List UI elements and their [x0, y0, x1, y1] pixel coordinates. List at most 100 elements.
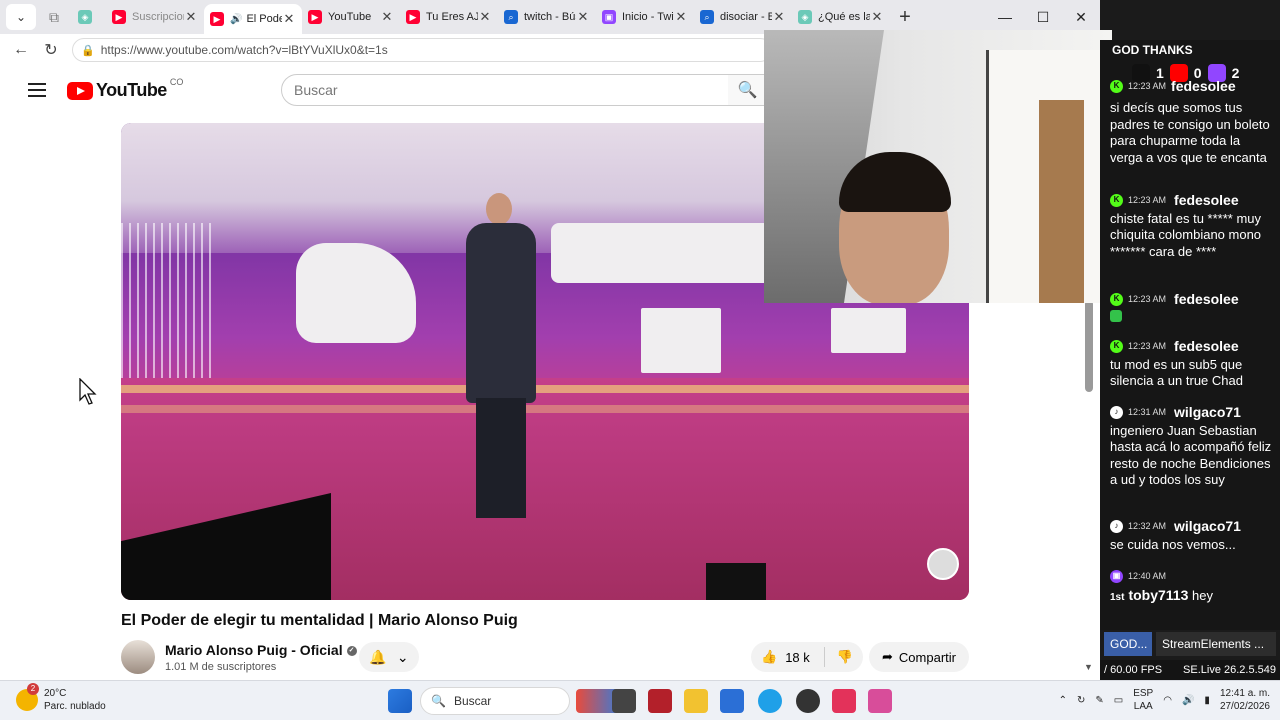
search-icon: ⌕	[504, 10, 518, 24]
youtube-logo[interactable]: YouTube CO	[67, 76, 184, 101]
app-icon[interactable]	[648, 689, 672, 713]
tab-3[interactable]: ▶ YouTube ✕	[302, 4, 400, 30]
back-button[interactable]: ←	[6, 41, 36, 59]
close-tab-icon[interactable]: ✕	[576, 9, 590, 25]
message-text: si decís que somos tus padres te consigo…	[1110, 100, 1270, 165]
obs-icon[interactable]	[796, 689, 820, 713]
chat-header: GOD THANKS	[1112, 43, 1193, 57]
emote-icon	[1110, 309, 1122, 322]
channel-row: Mario Alonso Puig - Oficial ✓ 1.01 M de s…	[121, 640, 969, 676]
youtube-play-icon	[67, 81, 93, 100]
battery-icon[interactable]: ▮	[1204, 695, 1210, 706]
tab-2[interactable]: ▶ 🔊 El Pode ✕	[204, 4, 302, 34]
tiktok-icon: ♪	[1110, 405, 1123, 419]
close-tab-icon[interactable]: ✕	[478, 9, 492, 25]
weather-widget[interactable]: 2 20°C Parc. nublado	[16, 683, 106, 713]
dislike-icon[interactable]: 👎	[837, 649, 853, 665]
file-explorer-icon[interactable]	[684, 689, 708, 713]
audio-icon[interactable]: 🔊	[230, 14, 242, 25]
refresh-button[interactable]: ↻	[36, 40, 66, 60]
scroll-down-icon[interactable]: ▼	[1084, 662, 1093, 672]
search-button[interactable]: 🔍	[728, 74, 768, 106]
clock-date: 27/02/2026	[1219, 701, 1270, 712]
tab-strip: ⌄ ⧉ ◈ ▶ Suscripcion ✕ ▶ 🔊 El Pode ✕ ▶ YouTube ✕ ▶ Tu…	[0, 0, 1100, 34]
sync-icon[interactable]: ↻	[1077, 695, 1085, 706]
tab-label: El Pode	[246, 13, 282, 25]
message-user[interactable]: wilgaco71	[1174, 404, 1241, 421]
wifi-icon[interactable]: ◠	[1163, 695, 1172, 706]
share-label: Compartir	[898, 649, 956, 665]
taskbar-search[interactable]: 🔍 Buscar	[420, 687, 570, 715]
windows-start-icon[interactable]	[388, 689, 412, 713]
like-icon[interactable]: 👍	[761, 649, 777, 665]
terminal-icon[interactable]	[612, 689, 636, 713]
maximize-button[interactable]: ☐	[1024, 0, 1062, 34]
chat-tab-streamelements[interactable]: StreamElements ...	[1156, 632, 1276, 656]
chat-message: ♪ 12:31 AM wilgaco71 ingeniero Juan Sebasti…	[1110, 404, 1276, 489]
search-icon: 🔍	[737, 82, 758, 99]
close-tab-icon[interactable]: ✕	[184, 9, 198, 25]
message-user[interactable]: fedesolee	[1171, 78, 1236, 95]
pen-icon[interactable]: ✎	[1095, 695, 1103, 706]
tab-7[interactable]: ⌕ disociar - B ✕	[694, 4, 792, 30]
tab-6[interactable]: ▣ Inicio - Twit ✕	[596, 4, 694, 30]
message-user[interactable]: toby7113	[1128, 587, 1188, 603]
display-icon[interactable]: ▭	[1114, 695, 1123, 706]
tab-5[interactable]: ⌕ twitch - Bús ✕	[498, 4, 596, 30]
message-time: 12:23 AM	[1128, 341, 1167, 351]
tab-4[interactable]: ▶ Tu Eres AJE✕	[400, 4, 498, 30]
language-indicator[interactable]: ESP LAA	[1133, 687, 1153, 713]
volume-icon[interactable]: 🔊	[1182, 695, 1194, 706]
tab-8[interactable]: ◈ ¿Qué es la ✕	[792, 4, 890, 30]
close-tab-icon[interactable]: ✕	[772, 9, 786, 25]
tray-expand-icon[interactable]: ⌃	[1059, 695, 1067, 706]
new-tab-button[interactable]: +	[890, 6, 920, 29]
like-dislike-group: 👍 18 k 👎	[751, 642, 863, 672]
tiktok-live-icon[interactable]	[832, 689, 856, 713]
video-stage-edge-2	[121, 405, 969, 413]
channel-name[interactable]: Mario Alonso Puig - Oficial	[165, 642, 343, 658]
tab-label: disociar - B	[720, 11, 772, 23]
first-badge: 1st	[1110, 591, 1125, 603]
tab-1[interactable]: ▶ Suscripcion ✕	[106, 4, 204, 30]
tab-actions-button[interactable]: ⌄	[6, 4, 36, 30]
close-tab-icon[interactable]: ✕	[282, 11, 296, 27]
weather-icon: 2	[16, 683, 39, 711]
store-icon[interactable]	[720, 689, 744, 713]
close-tab-icon[interactable]: ✕	[380, 9, 394, 25]
subscriber-count: 1.01 M de suscriptores	[165, 661, 277, 673]
tab-label: Suscripcion	[132, 11, 184, 23]
fps-readout: / 60.00 FPS	[1104, 664, 1163, 676]
share-button[interactable]: ➦ Compartir	[869, 642, 969, 672]
page-scrollbar[interactable]	[1085, 300, 1093, 392]
search-input[interactable]: Buscar	[281, 74, 729, 106]
webcam-overlay	[764, 30, 1112, 303]
like-count[interactable]: 18 k	[785, 650, 810, 665]
close-tab-icon[interactable]: ✕	[870, 9, 884, 25]
bell-icon: 🔔	[369, 648, 387, 665]
clock[interactable]: 12:41 a. m. 27/02/2026	[1220, 687, 1270, 713]
close-window-button[interactable]: ✕	[1062, 0, 1100, 34]
url-field[interactable]: 🔒 https://www.youtube.com/watch?v=lBtYVu…	[72, 38, 772, 62]
chat-app-icon[interactable]	[868, 689, 892, 713]
message-user[interactable]: fedesolee	[1174, 291, 1239, 308]
channel-watermark[interactable]	[927, 548, 959, 580]
close-tab-icon[interactable]: ✕	[674, 9, 688, 25]
message-user[interactable]: fedesolee	[1174, 192, 1239, 209]
video-armchair	[296, 243, 416, 343]
chat-message: si decís que somos tus padres te consigo…	[1110, 100, 1276, 166]
copilot-icon: ◈	[78, 10, 92, 24]
message-user[interactable]: fedesolee	[1174, 338, 1239, 355]
tab-label: Tu Eres AJE	[426, 11, 478, 23]
lock-icon: 🔒	[81, 44, 95, 57]
channel-avatar[interactable]	[121, 640, 155, 674]
tab-0[interactable]: ◈	[72, 4, 106, 30]
minimize-button[interactable]: —	[986, 0, 1024, 34]
menu-icon[interactable]	[28, 83, 46, 97]
edge-icon[interactable]	[758, 689, 782, 713]
chat-tab-god[interactable]: GOD...	[1104, 632, 1152, 656]
workspaces-icon[interactable]: ⧉	[36, 4, 72, 30]
country-code: CO	[169, 76, 184, 87]
message-user[interactable]: wilgaco71	[1174, 518, 1241, 535]
notification-bell-button[interactable]: 🔔 ⌄	[359, 642, 419, 672]
